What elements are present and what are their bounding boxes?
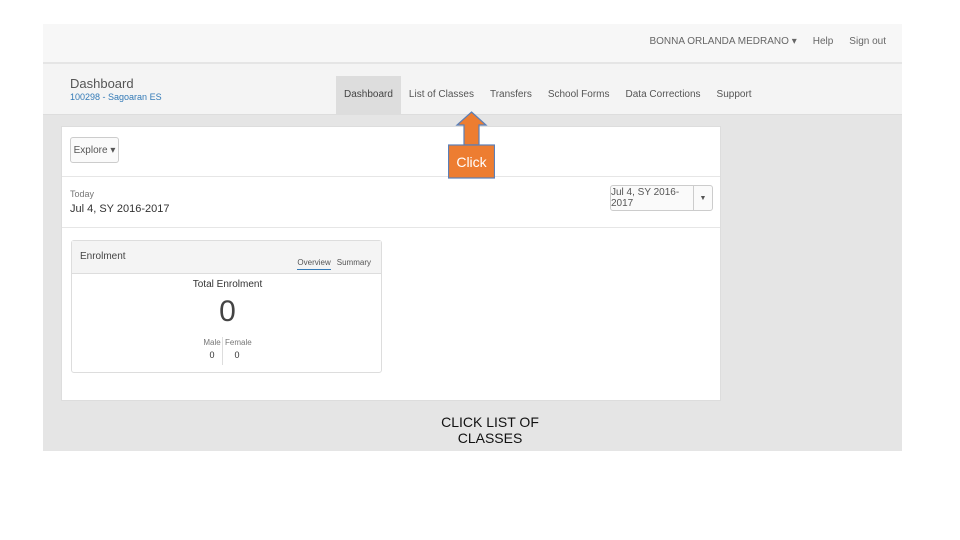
- user-name-menu[interactable]: BONNA ORLANDA MEDRANO ▾: [649, 36, 796, 47]
- male-count: 0: [209, 350, 215, 360]
- enrolment-card: Enrolment Overview Summary Total Enrolme…: [71, 240, 382, 373]
- tab-overview[interactable]: Overview: [297, 258, 331, 270]
- total-enrolment-value: 0: [219, 295, 236, 328]
- explore-button[interactable]: Explore ▾: [70, 137, 119, 163]
- tab-summary[interactable]: Summary: [337, 258, 371, 270]
- tab-list-of-classes[interactable]: List of Classes: [401, 76, 482, 114]
- tab-data-corrections[interactable]: Data Corrections: [618, 76, 709, 114]
- enrolment-tabs: Overview Summary: [297, 258, 371, 270]
- divider: [62, 227, 720, 228]
- today-date: Jul 4, SY 2016-2017: [70, 203, 170, 215]
- tab-school-forms[interactable]: School Forms: [540, 76, 618, 114]
- caret-down-icon[interactable]: ▼: [693, 186, 712, 210]
- navbar: Dashboard 100298 - Sagoaran ES Dashboard…: [43, 64, 902, 115]
- brand: Dashboard 100298 - Sagoaran ES: [70, 77, 162, 103]
- date-selector-value: Jul 4, SY 2016-2017: [611, 187, 680, 209]
- stat-divider: [222, 337, 223, 365]
- instruction-caption: CLICK LIST OF CLASSES: [441, 414, 539, 446]
- date-selector[interactable]: Jul 4, SY 2016-2017 ▼: [610, 185, 713, 211]
- user-menu: BONNA ORLANDA MEDRANO ▾ Help Sign out: [649, 36, 886, 47]
- divider: [62, 176, 720, 177]
- brand-title[interactable]: Dashboard: [70, 77, 162, 91]
- total-enrolment-label: Total Enrolment: [192, 279, 263, 290]
- click-callout: Click: [447, 111, 496, 179]
- dashboard-panel: Explore ▾ Today Jul 4, SY 2016-2017 Jul …: [61, 126, 721, 401]
- female-label: Female: [225, 338, 252, 347]
- school-id-link[interactable]: 100298 - Sagoaran ES: [70, 91, 162, 103]
- enrolment-card-header: Enrolment Overview Summary: [72, 241, 381, 274]
- sign-out-link[interactable]: Sign out: [849, 36, 886, 47]
- tab-dashboard[interactable]: Dashboard: [336, 76, 401, 114]
- callout-label: Click: [456, 154, 487, 170]
- female-count: 0: [234, 350, 240, 360]
- male-label: Male: [203, 338, 221, 347]
- tab-transfers[interactable]: Transfers: [482, 76, 540, 114]
- top-bar: BONNA ORLANDA MEDRANO ▾ Help Sign out: [43, 24, 902, 62]
- help-link[interactable]: Help: [813, 36, 834, 47]
- screenshot-frame: BONNA ORLANDA MEDRANO ▾ Help Sign out Da…: [43, 24, 902, 451]
- male-stat: Male 0: [202, 338, 222, 360]
- main-nav-tabs: Dashboard List of Classes Transfers Scho…: [336, 76, 760, 114]
- enrolment-title: Enrolment: [80, 251, 126, 262]
- female-stat: Female 0: [225, 338, 252, 360]
- today-label: Today: [70, 189, 95, 199]
- tab-support[interactable]: Support: [709, 76, 760, 114]
